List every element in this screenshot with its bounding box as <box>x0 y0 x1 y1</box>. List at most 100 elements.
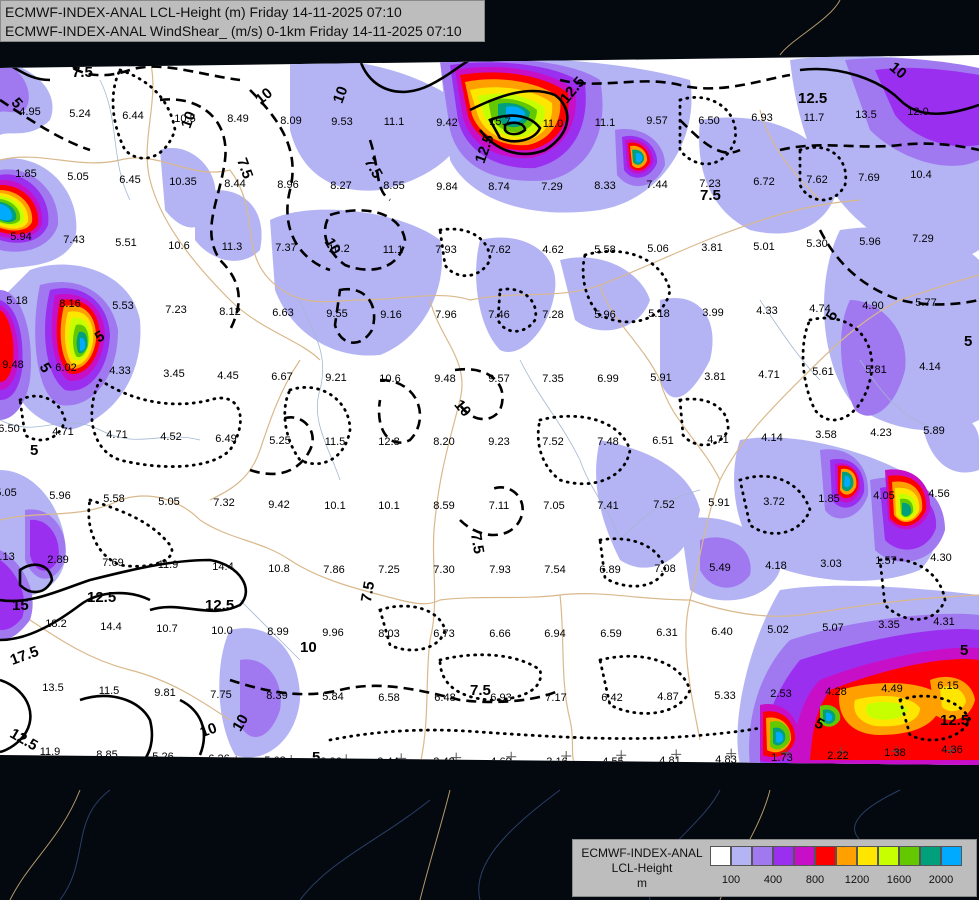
lcl-value-label: 5.25 <box>269 435 290 447</box>
lcl-value-label: 1.57 <box>875 555 896 567</box>
contour-label: 12.5 <box>940 712 969 729</box>
lcl-value-label: 5.94 <box>10 231 31 243</box>
lcl-value-label: 5.26 <box>152 751 173 763</box>
grid-cross <box>9 55 19 65</box>
grid-cross <box>449 55 459 59</box>
contour-label: 12.5 <box>798 90 827 107</box>
legend-swatch <box>794 846 815 866</box>
lcl-value-label: 7.48 <box>597 436 618 448</box>
lcl-value-label: 6.63 <box>272 307 293 319</box>
lcl-value-label: 4.18 <box>765 560 786 572</box>
lcl-value-label: 10.2 <box>328 243 349 255</box>
lcl-value-label: 2.22 <box>827 750 848 762</box>
lcl-value-label: 4.83 <box>715 754 736 766</box>
lcl-value-label: 7.69 <box>102 557 123 569</box>
lcl-value-label: 11.1 <box>384 116 405 128</box>
lcl-value-label: 1.85 <box>15 168 36 180</box>
lcl-value-label: 4.45 <box>217 370 238 382</box>
lcl-value-label: 13.5 <box>855 109 876 121</box>
lcl-value-label: 10.1 <box>378 500 399 512</box>
lcl-value-label: 3.81 <box>701 242 722 254</box>
grid-cross <box>174 55 184 63</box>
lcl-value-label: 12.8 <box>378 436 399 448</box>
lcl-value-label: 1.38 <box>884 747 905 759</box>
legend-swatch <box>836 846 857 866</box>
grid-cross <box>889 42 899 52</box>
lcl-value-label: 4.69 <box>490 756 511 768</box>
lcl-value-label: 6.89 <box>599 564 620 576</box>
contour-label: 7.5 <box>358 580 378 603</box>
lcl-value-label: 5.77 <box>915 297 936 309</box>
grid-cross <box>834 43 844 53</box>
legend-swatch <box>857 846 878 866</box>
lcl-value-label: 4.81 <box>659 755 680 767</box>
lcl-value-label: 6.67 <box>271 371 292 383</box>
lcl-value-label: 8.85 <box>96 749 117 761</box>
lcl-value-label: 4.71 <box>106 429 127 441</box>
lcl-value-label: 5.81 <box>865 364 886 376</box>
legend-swatch <box>773 846 794 866</box>
lcl-value-label: 7.41 <box>597 500 618 512</box>
lcl-value-label: 6.02 <box>55 362 76 374</box>
lcl-value-label: 8.96 <box>277 179 298 191</box>
map-title-box: ECMWF-INDEX-ANAL LCL-Height (m) Friday 1… <box>0 0 485 42</box>
lcl-value-label: 3.03 <box>820 558 841 570</box>
grid-cross <box>121 757 132 765</box>
lcl-value-label: 9.96 <box>322 627 343 639</box>
lcl-value-label: 8.99 <box>267 626 288 638</box>
lcl-value-label: 18.2 <box>45 618 66 630</box>
lcl-value-label: 5.05 <box>0 487 17 499</box>
contour-label: 12.5 <box>205 597 234 614</box>
lcl-value-label: 4.33 <box>109 365 130 377</box>
lcl-value-label: 11.0 <box>543 118 564 130</box>
lcl-value-label: 7.05 <box>543 500 564 512</box>
contour-label: 12.5 <box>87 589 116 606</box>
lcl-value-label: 7.08 <box>654 563 675 575</box>
lcl-value-label: 5.91 <box>650 372 671 384</box>
lcl-value-label: 11.9 <box>158 559 179 571</box>
contour-label: 10 <box>300 639 317 656</box>
lcl-value-label: 6.45 <box>119 174 140 186</box>
lcl-value-label: 6.31 <box>656 627 677 639</box>
legend-tick-label: 400 <box>763 874 783 886</box>
lcl-value-label: 4.56 <box>928 488 949 500</box>
color-legend: ECMWF-INDEX-ANAL LCL-Height m 100 400 800 1… <box>572 839 977 897</box>
legend-swatch <box>941 846 962 866</box>
lcl-value-label: 7.29 <box>912 233 933 245</box>
lcl-value-label: 10.7 <box>156 623 177 635</box>
lcl-value-label: 7.30 <box>433 564 454 576</box>
lcl-value-label: 6.59 <box>600 628 621 640</box>
lcl-value-label: 2.53 <box>770 688 791 700</box>
lcl-value-label: 6.40 <box>711 626 732 638</box>
lcl-value-label: 2.89 <box>47 554 68 566</box>
lcl-value-label: 11.5 <box>325 436 346 448</box>
lcl-value-label: 7.69 <box>858 172 879 184</box>
lcl-value-label: 8.12 <box>219 306 240 318</box>
lcl-value-label: 7.62 <box>806 174 827 186</box>
lcl-value-label: 3.36 <box>320 756 341 768</box>
lcl-value-label: 11.9 <box>40 746 61 758</box>
lcl-value-label: 7.28 <box>542 309 563 321</box>
lcl-value-label: 10.6 <box>168 240 189 252</box>
lcl-value-label: 9.48 <box>2 359 23 371</box>
grid-cross <box>779 44 789 54</box>
legend-swatch <box>710 846 731 866</box>
lcl-value-label: 6.73 <box>433 628 454 640</box>
lcl-value-label: 6.93 <box>751 112 772 124</box>
lcl-value-label: 3.81 <box>704 371 725 383</box>
lcl-value-label: 8.03 <box>378 628 399 640</box>
lcl-value-label: 5.07 <box>822 622 843 634</box>
lcl-value-label: 5.06 <box>647 243 668 255</box>
grid-cross <box>724 45 734 55</box>
lcl-value-label: 6.50 <box>0 423 20 435</box>
contour-label: 15 <box>12 597 29 614</box>
legend-tick-label: 100 <box>721 874 741 886</box>
lcl-value-label: 8.49 <box>227 113 248 125</box>
lcl-value-label: 4.05 <box>873 490 894 502</box>
lcl-value-label: 11.3 <box>222 241 243 253</box>
lcl-value-label: 7.96 <box>435 309 456 321</box>
lcl-value-label: 7.11 <box>489 500 510 512</box>
grid-cross <box>339 55 349 61</box>
lcl-value-label: 9.23 <box>488 436 509 448</box>
lcl-value-label: 9.42 <box>436 117 457 129</box>
